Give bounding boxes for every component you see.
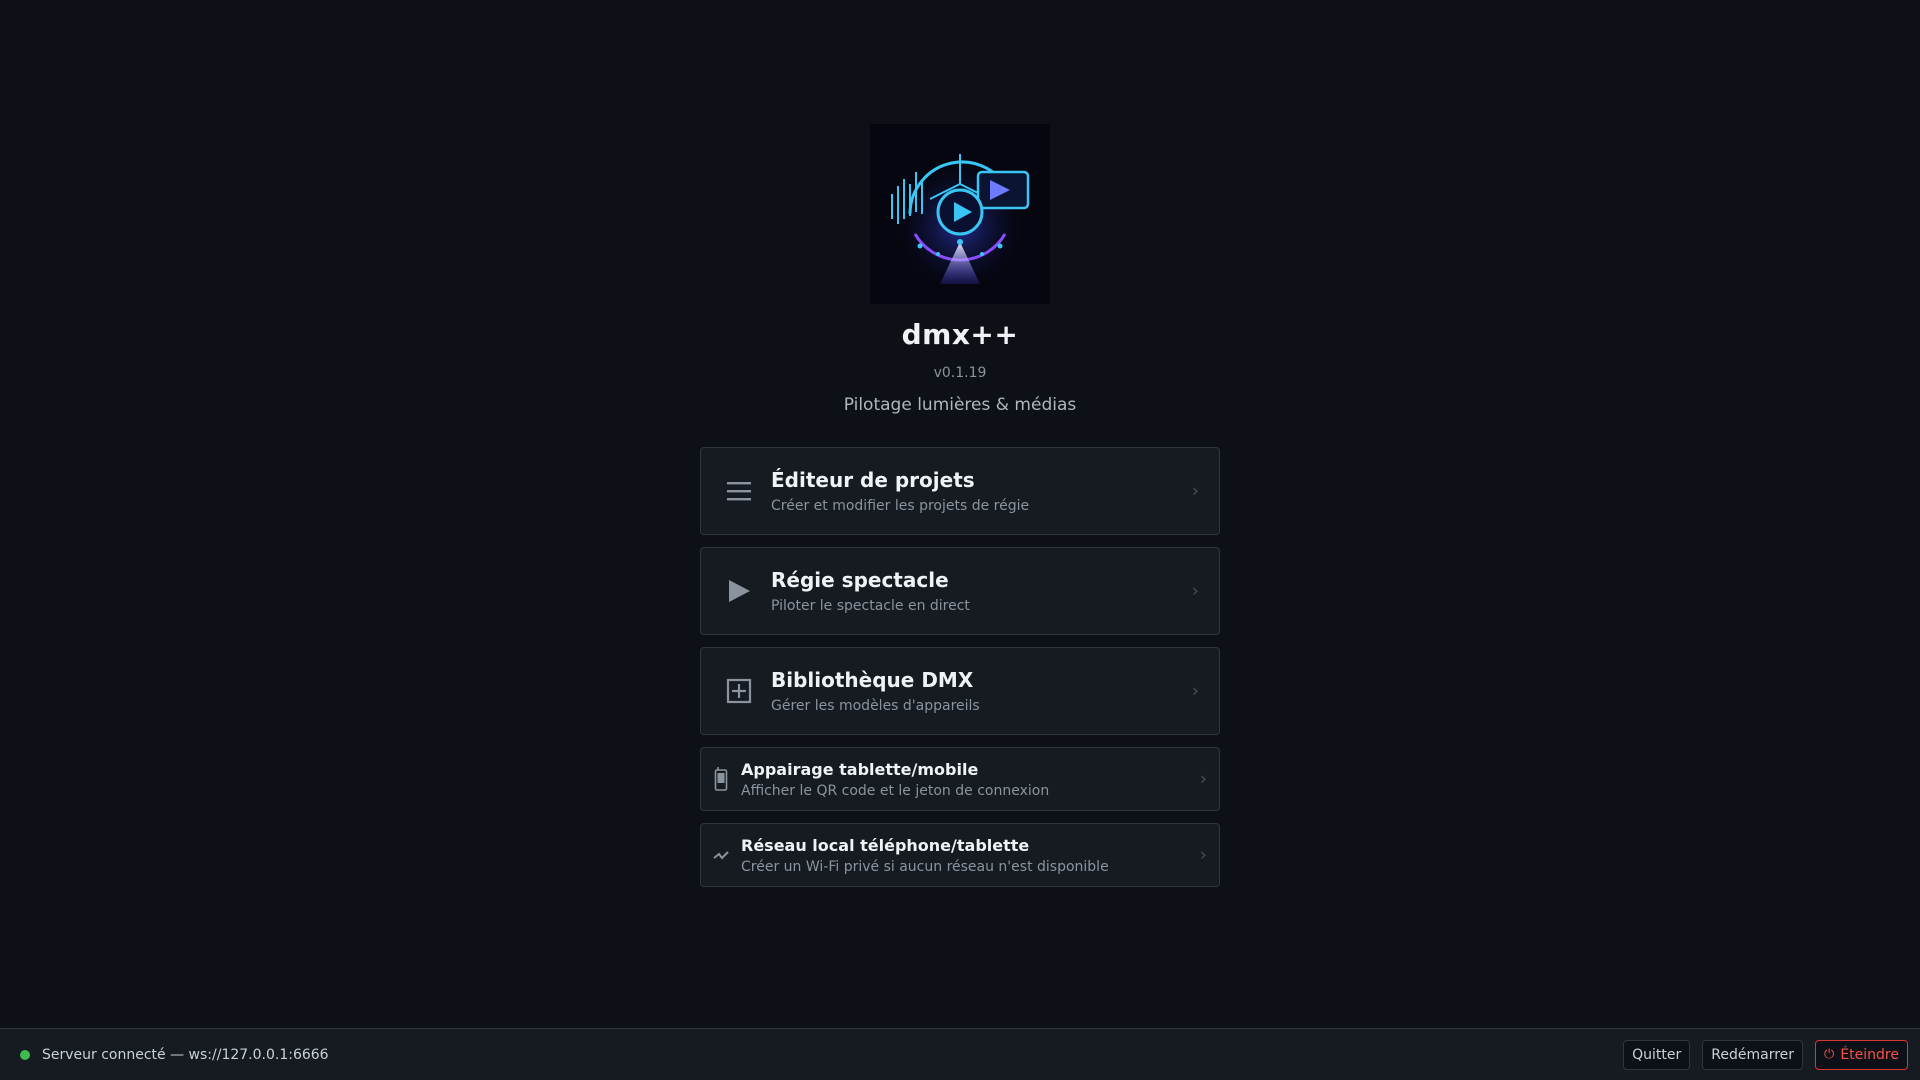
menu-item-subtitle: Afficher le QR code et le jeton de conne… <box>741 782 1050 799</box>
menu-item-text: Bibliothèque DMX Gérer les modèles d'app… <box>771 668 980 714</box>
menu-item-title: Bibliothèque DMX <box>771 668 974 692</box>
app-tagline: Pilotage lumières & médias <box>843 395 1077 415</box>
menu-item-subtitle: Créer un Wi-Fi privé si aucun réseau n'e… <box>741 858 1109 875</box>
menu-item-text: Réseau local téléphone/tablette Créer un… <box>741 836 1109 875</box>
chevron-right-icon: › <box>1199 844 1207 866</box>
menu-item-device-pairing[interactable]: Appairage tablette/mobile Afficher le QR… <box>700 747 1220 811</box>
shutdown-label: Éteindre <box>1840 1046 1899 1063</box>
app-version: v0.1.19 <box>933 365 987 381</box>
power-icon: ⏻ <box>1824 1047 1835 1062</box>
menu-item-title: Éditeur de projets <box>771 468 975 492</box>
menu-item-text: Appairage tablette/mobile Afficher le QR… <box>741 760 1049 799</box>
app-logo <box>870 124 1050 304</box>
menu-item-local-network[interactable]: Réseau local téléphone/tablette Créer un… <box>700 823 1220 887</box>
menu-item-show-control[interactable]: Régie spectacle Piloter le spectacle en … <box>700 547 1220 635</box>
menu-item-subtitle: Piloter le spectacle en direct <box>771 598 970 614</box>
lightning-icon <box>711 841 731 869</box>
home-panel: dmx++ v0.1.19 Pilotage lumières & médias… <box>0 124 1920 887</box>
menu-item-text: Régie spectacle Piloter le spectacle en … <box>771 568 970 614</box>
chevron-right-icon: › <box>1199 768 1207 790</box>
status-bar: Serveur connecté — ws://127.0.0.1:6666 Q… <box>0 1028 1920 1080</box>
main-menu: Éditeur de projets Créer et modifier les… <box>700 447 1220 887</box>
grid-box-icon <box>721 673 757 709</box>
play-icon <box>721 573 757 609</box>
menu-item-dmx-library[interactable]: Bibliothèque DMX Gérer les modèles d'app… <box>700 647 1220 735</box>
chevron-right-icon: › <box>1191 680 1199 702</box>
menu-item-project-editor[interactable]: Éditeur de projets Créer et modifier les… <box>700 447 1220 535</box>
menu-item-text: Éditeur de projets Créer et modifier les… <box>771 468 1029 514</box>
connection-status-text: Serveur connecté — ws://127.0.0.1:6666 <box>42 1046 329 1063</box>
connection-status-icon <box>20 1049 30 1060</box>
app-window: dmx++ v0.1.19 Pilotage lumières & médias… <box>0 0 1920 1080</box>
chevron-right-icon: › <box>1191 480 1199 502</box>
restart-button[interactable]: Redémarrer <box>1702 1039 1804 1070</box>
quit-button[interactable]: Quitter <box>1623 1039 1691 1070</box>
shutdown-button[interactable]: ⏻ Éteindre <box>1815 1039 1908 1070</box>
menu-item-title: Régie spectacle <box>771 568 949 592</box>
menu-item-subtitle: Créer et modifier les projets de régie <box>771 498 1030 514</box>
menu-item-subtitle: Gérer les modèles d'appareils <box>771 698 980 714</box>
chevron-right-icon: › <box>1191 580 1199 602</box>
app-title: dmx++ <box>901 318 1019 351</box>
list-icon <box>721 473 757 509</box>
menu-item-title: Appairage tablette/mobile <box>741 759 979 779</box>
menu-item-title: Réseau local téléphone/tablette <box>741 835 1030 855</box>
mobile-phone-icon <box>711 765 731 793</box>
